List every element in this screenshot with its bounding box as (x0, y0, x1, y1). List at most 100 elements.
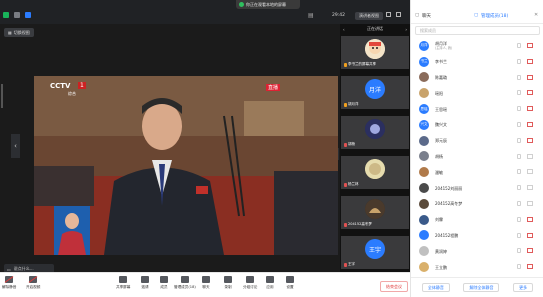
mic-icon[interactable] (517, 248, 521, 254)
signal-icon[interactable] (25, 12, 31, 18)
avatar (365, 159, 385, 179)
participant-row[interactable]: 陈嘉璐 (411, 70, 543, 86)
members-button[interactable]: 成员 (160, 276, 168, 290)
camera-off-icon[interactable] (527, 74, 533, 80)
mute-all-button[interactable]: 全体静音 (421, 283, 450, 292)
mic-icon[interactable] (517, 169, 521, 175)
participant-row[interactable]: 潘敏 (411, 164, 543, 180)
settings-button[interactable]: 设置 (286, 276, 294, 290)
camera-off-icon[interactable] (527, 43, 533, 48)
tile-name-text: 李书兰的屏幕共享 (348, 62, 376, 66)
share-screen-button[interactable]: 共享屏幕 (116, 276, 130, 290)
participant-row[interactable]: 瑶阳 (411, 85, 543, 101)
tile-name-text: 204152高冬梦 (348, 222, 372, 226)
participant-row[interactable]: 胡杨 (411, 149, 543, 165)
camera-icon[interactable] (527, 185, 533, 191)
mic-icon[interactable] (517, 121, 521, 127)
apps-button[interactable]: 应用 (266, 276, 274, 290)
invite-button[interactable]: 邀请 (141, 276, 149, 290)
video-tile[interactable]: 204152高冬梦 (341, 196, 409, 229)
mic-icon[interactable] (517, 90, 521, 96)
participant-row[interactable]: 书兰 李书兰 (411, 54, 543, 70)
fullscreen-icon[interactable] (386, 12, 391, 17)
close-icon[interactable]: ✕ (534, 12, 538, 18)
video-tile[interactable]: 李书兰的屏幕共享 (341, 36, 409, 69)
mic-icon[interactable] (517, 185, 521, 191)
camera-icon[interactable] (527, 169, 533, 175)
camera-off-icon[interactable] (527, 90, 533, 96)
mic-icon[interactable] (517, 137, 521, 143)
tab-manage-members[interactable]: 管理成员(18) (481, 13, 508, 19)
manage-members-button[interactable]: 管理成员(18) (174, 276, 196, 290)
breakout-button[interactable]: 分组讨论 (243, 276, 257, 290)
mic-icon[interactable] (517, 153, 521, 159)
mic-off-button[interactable]: 解除静音 (2, 276, 16, 290)
video-tile[interactable]: 杨兰林 (341, 156, 409, 189)
unmute-all-button[interactable]: 解除全体静音 (463, 283, 500, 292)
member-search-input[interactable]: 搜索成员 (415, 26, 540, 35)
participant-row[interactable]: 黄润婷 (411, 243, 543, 259)
avatar-text: 王宇 (368, 246, 381, 254)
switch-view-button[interactable]: ▦ 切换视图 (4, 28, 34, 37)
camera-off-button[interactable]: 开启视频 (26, 276, 40, 290)
chat-button[interactable]: 聊天 (202, 276, 210, 290)
avatar: 书兰 (419, 56, 429, 67)
mic-icon[interactable] (517, 43, 521, 48)
record-button[interactable]: 录制 (224, 276, 232, 290)
camera-off-icon[interactable] (527, 106, 533, 112)
participant-row[interactable]: 王立鹏 (411, 259, 543, 275)
chat-icon (202, 276, 210, 283)
screen-share-banner[interactable]: 你正在观看本地的屏幕 (236, 0, 300, 9)
video-tile[interactable]: 胡杨 (341, 116, 409, 149)
mic-icon[interactable] (517, 74, 521, 80)
camera-off-icon[interactable] (527, 248, 533, 254)
layout-icon[interactable]: ▤ (308, 12, 316, 20)
camera-off-icon[interactable] (527, 232, 533, 238)
camera-off-icon[interactable] (527, 121, 533, 127)
prev-page-button[interactable]: ‹ (11, 134, 20, 158)
apps-icon (266, 276, 274, 283)
mic-icon[interactable] (517, 58, 521, 64)
participant-name-block: 陈嘉璐 (435, 75, 447, 80)
participant-row[interactable]: 刘霖 (411, 212, 543, 228)
participant-row[interactable]: 月洋 胡月洋 (主持人, 我) (411, 38, 543, 54)
end-meeting-button[interactable]: 结束会议 (380, 281, 408, 292)
mic-icon[interactable] (517, 264, 521, 270)
participant-row[interactable]: 204152刘丽丽 (411, 180, 543, 196)
info-icon[interactable] (14, 12, 20, 18)
camera-off-icon[interactable] (527, 264, 533, 270)
collapse-icon[interactable]: ‹ (343, 27, 345, 32)
settings-icon (286, 276, 294, 283)
camera-off-icon[interactable] (527, 216, 533, 222)
toolbar-label: 设置 (286, 285, 294, 289)
participant-row[interactable]: 郑元辰 (411, 133, 543, 149)
chevron-right-icon[interactable]: › (405, 27, 407, 32)
restore-icon[interactable] (396, 12, 401, 17)
camera-off-icon[interactable] (527, 137, 533, 143)
speaker-view-label: 演讲者视图 (359, 13, 379, 18)
mic-icon (344, 62, 347, 67)
participant-role: (主持人, 我) (435, 45, 453, 50)
more-button[interactable]: 更多 (513, 283, 534, 292)
tab-chat[interactable]: 聊天 (422, 13, 431, 19)
participant-name: 魏兴文 (435, 122, 447, 128)
participant-row[interactable]: 204152程鹏 (411, 228, 543, 244)
scroll-handle[interactable] (1, 84, 3, 108)
shield-icon[interactable] (3, 12, 9, 18)
avatar-text: 月洋 (420, 43, 428, 48)
participant-row[interactable]: 兴文 魏兴文 (411, 117, 543, 133)
mic-icon[interactable] (517, 232, 521, 238)
camera-icon[interactable] (527, 200, 533, 206)
mic-icon[interactable] (517, 200, 521, 206)
camera-icon[interactable] (527, 153, 533, 159)
participant-row[interactable]: 204152高冬梦 (411, 196, 543, 212)
mic-icon[interactable] (517, 216, 521, 222)
camera-off-icon[interactable] (527, 58, 533, 64)
invite-icon (141, 276, 149, 283)
mic-icon[interactable] (517, 106, 521, 112)
speaker-view-button[interactable]: 演讲者视图 (355, 12, 383, 20)
video-tile[interactable]: 王宇 王宇 (341, 236, 409, 269)
avatar (419, 246, 429, 257)
participant-row[interactable]: 思瑶 王思瑶 (411, 101, 543, 117)
video-tile[interactable]: 月洋 胡月洋 (341, 76, 409, 109)
